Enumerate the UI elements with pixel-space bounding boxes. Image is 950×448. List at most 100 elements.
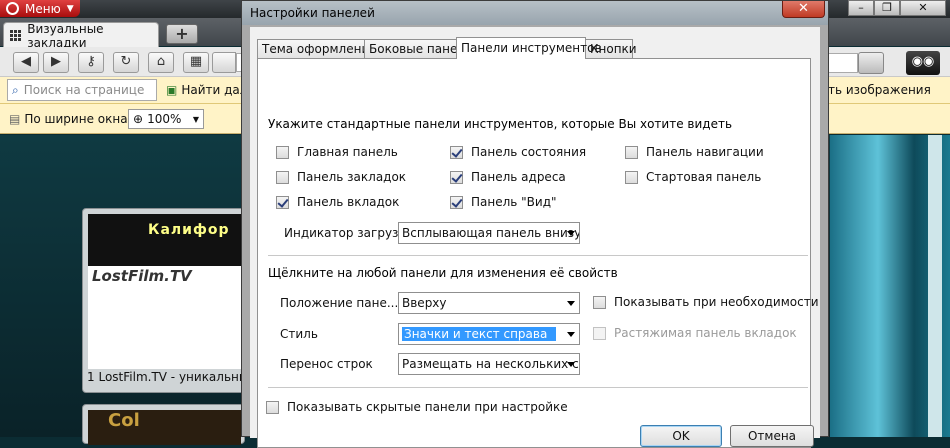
window-close-button[interactable]: ✕ bbox=[900, 0, 946, 16]
tab-appearance[interactable]: Тема оформления bbox=[257, 39, 376, 58]
navigation-bar-checkbox[interactable]: Панель навигации bbox=[625, 145, 764, 159]
find-images-button[interactable]: ть изображения bbox=[828, 83, 931, 97]
checkbox-box[interactable] bbox=[450, 170, 463, 184]
zoom-select[interactable]: ⊕ 100% ▼ bbox=[128, 109, 204, 129]
checkbox-box[interactable] bbox=[276, 145, 289, 159]
standard-toolbars-heading: Укажите стандартные панели инструментов,… bbox=[268, 117, 733, 131]
checkbox-box[interactable] bbox=[625, 145, 638, 159]
checkbox-box[interactable] bbox=[593, 295, 606, 309]
maximize-button[interactable]: ❐ bbox=[874, 0, 900, 16]
checkbox-label: Главная панель bbox=[297, 145, 398, 159]
checkbox-label: Панель закладок bbox=[297, 170, 407, 184]
wrap-select[interactable]: Размещать на нескольких стро bbox=[398, 353, 580, 375]
checkbox-label: Панель вкладок bbox=[297, 195, 400, 209]
find-placeholder: Поиск на странице bbox=[23, 83, 145, 97]
checkbox-box[interactable] bbox=[276, 170, 289, 184]
checkbox-label: Стартовая панель bbox=[646, 170, 762, 184]
opera-logo-icon bbox=[6, 2, 19, 15]
fit-width-icon: ▤ bbox=[9, 112, 21, 126]
opera-menu-button[interactable]: Меню ▼ bbox=[0, 0, 80, 17]
thumbnail-title: Калифор bbox=[148, 222, 230, 238]
checkbox-label: Показывать скрытые панели при настройке bbox=[287, 400, 568, 414]
main-panel-checkbox[interactable]: Главная панель bbox=[276, 145, 398, 159]
checkbox-label: Панель адреса bbox=[471, 170, 566, 184]
speed-dial-icon bbox=[10, 29, 22, 42]
select-value: Размещать на нескольких стро bbox=[402, 357, 579, 371]
style-label: Стиль bbox=[280, 327, 318, 341]
chevron-down-icon bbox=[567, 301, 575, 306]
checkbox-label: Панель состояния bbox=[471, 145, 587, 159]
tile-index: 1 bbox=[87, 370, 95, 384]
position-label: Положение пане... bbox=[280, 296, 399, 310]
checkbox-box[interactable] bbox=[266, 400, 279, 414]
zoom-icon: ⊕ bbox=[133, 112, 144, 126]
tab-toolbars[interactable]: Панели инструментов bbox=[456, 37, 602, 59]
chevron-down-icon bbox=[567, 362, 575, 367]
show-hidden-panels-checkbox[interactable]: Показывать скрытые панели при настройке bbox=[266, 400, 568, 414]
cancel-button[interactable]: Отмена bbox=[730, 425, 814, 447]
stretch-tab-bar-checkbox[interactable]: Растяжимая панель вкладок bbox=[593, 326, 797, 340]
tile-thumbnail-2: Col bbox=[88, 410, 241, 445]
minimize-button[interactable]: – bbox=[848, 0, 874, 16]
search-field[interactable] bbox=[828, 53, 858, 73]
ok-button[interactable]: OK bbox=[640, 425, 722, 447]
thumbnail-header: Калифор bbox=[88, 214, 241, 266]
reload-icon[interactable]: ↻ bbox=[113, 52, 139, 73]
key-icon[interactable]: ⚷ bbox=[78, 52, 104, 73]
address-field-icon bbox=[212, 52, 236, 73]
checkbox-label: Панель "Вид" bbox=[471, 195, 557, 209]
divider bbox=[268, 387, 808, 388]
address-bar-checkbox[interactable]: Панель адреса bbox=[450, 170, 566, 184]
checkbox-label: Растяжимая панель вкладок bbox=[614, 326, 797, 340]
chevron-down-icon: ▼ bbox=[66, 3, 74, 14]
status-bar-checkbox[interactable]: Панель состояния bbox=[450, 145, 586, 159]
chevron-down-icon: ▼ bbox=[192, 114, 199, 124]
fit-width-label: По ширине окна bbox=[24, 112, 128, 126]
select-value: Всплывающая панель внизу bbox=[402, 226, 580, 240]
checkbox-box[interactable] bbox=[625, 170, 638, 184]
view-bar-checkbox[interactable]: Панель "Вид" bbox=[450, 195, 557, 209]
new-tab-button[interactable]: + bbox=[166, 24, 198, 44]
bookmarks-bar-checkbox[interactable]: Панель закладок bbox=[276, 170, 406, 184]
checkbox-box[interactable] bbox=[450, 145, 463, 159]
forward-icon[interactable]: ▶ bbox=[43, 52, 69, 73]
close-icon[interactable]: ✕ bbox=[782, 1, 825, 18]
tab-bar-checkbox[interactable]: Панель вкладок bbox=[276, 195, 399, 209]
checkbox-box[interactable] bbox=[276, 195, 289, 209]
checkbox-label: Показывать при необходимости bbox=[614, 295, 819, 309]
speed-dial-button-icon[interactable]: ▦ bbox=[183, 52, 209, 73]
start-bar-checkbox[interactable]: Стартовая панель bbox=[625, 170, 761, 184]
find-next-button[interactable]: ▣ Найти далее bbox=[166, 80, 246, 100]
menu-label: Меню bbox=[25, 1, 61, 16]
select-value: Значки и текст справа bbox=[402, 327, 556, 341]
fit-width-button[interactable]: ▤ По ширине окна bbox=[9, 112, 128, 126]
load-indicator-select[interactable]: Всплывающая панель внизу bbox=[398, 222, 580, 244]
divider bbox=[268, 255, 808, 256]
home-icon[interactable]: ⌂ bbox=[148, 52, 174, 73]
checkbox-label: Панель навигации bbox=[646, 145, 764, 159]
find-next-label: Найти далее bbox=[181, 83, 246, 97]
load-indicator-label: Индикатор загруз... bbox=[284, 226, 410, 240]
page-scrollbar[interactable] bbox=[928, 135, 942, 437]
toolbars-tab-panel: Укажите стандартные панели инструментов,… bbox=[257, 58, 819, 448]
find-input[interactable]: ⌕ Поиск на странице bbox=[7, 79, 157, 101]
speed-dial-tile[interactable]: Калифор LostFilm.TV 1 LostFilm.TV - уник… bbox=[82, 208, 268, 393]
tab-label: Визуальные закладки bbox=[27, 21, 104, 50]
show-when-needed-checkbox[interactable]: Показывать при необходимости bbox=[593, 295, 819, 309]
tile-thumbnail: Калифор LostFilm.TV bbox=[88, 214, 241, 369]
checkbox-box[interactable] bbox=[593, 326, 606, 340]
style-select[interactable]: Значки и текст справа bbox=[398, 323, 580, 345]
checkbox-box[interactable] bbox=[450, 195, 463, 209]
dialog-titlebar: Настройки панелей ✕ bbox=[242, 1, 828, 25]
back-icon[interactable]: ◀ bbox=[13, 52, 39, 73]
tab-side-panels[interactable]: Боковые панели bbox=[364, 39, 473, 58]
chevron-down-icon bbox=[567, 332, 575, 337]
dialog-body: Тема оформления Боковые панели Панели ин… bbox=[250, 27, 820, 448]
search-icon[interactable] bbox=[858, 52, 884, 74]
binoculars-icon[interactable]: ◉◉ bbox=[906, 51, 940, 75]
find-next-icon: ▣ bbox=[166, 83, 178, 97]
position-select[interactable]: Вверху bbox=[398, 292, 580, 314]
tab-visual-bookmarks[interactable]: Визуальные закладки bbox=[3, 21, 159, 50]
thumbnail-logo: LostFilm.TV bbox=[92, 267, 192, 285]
speed-dial-tile-2[interactable]: Col bbox=[82, 404, 245, 445]
